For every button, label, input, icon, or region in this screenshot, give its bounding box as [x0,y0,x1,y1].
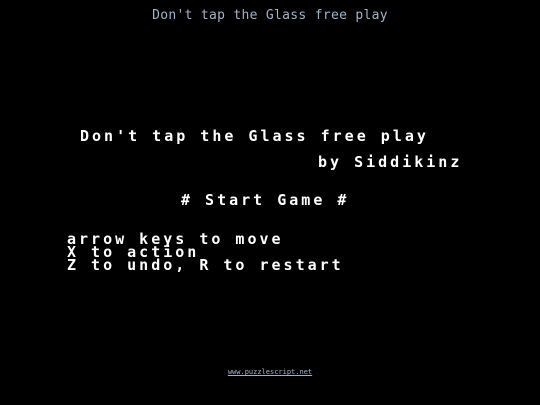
page-title: Don't tap the Glass free play [152,8,388,23]
game-author: by Siddikinz [318,153,463,171]
puzzlescript-link[interactable]: www.puzzlescript.net [0,368,540,376]
game-canvas[interactable]: Don't tap the Glass free play by Siddiki… [0,28,540,373]
start-game-option[interactable]: # Start Game # [181,193,349,208]
game-title: Don't tap the Glass free play [80,127,429,145]
controls-hint-undo-restart: Z to undo, R to restart [67,256,344,274]
